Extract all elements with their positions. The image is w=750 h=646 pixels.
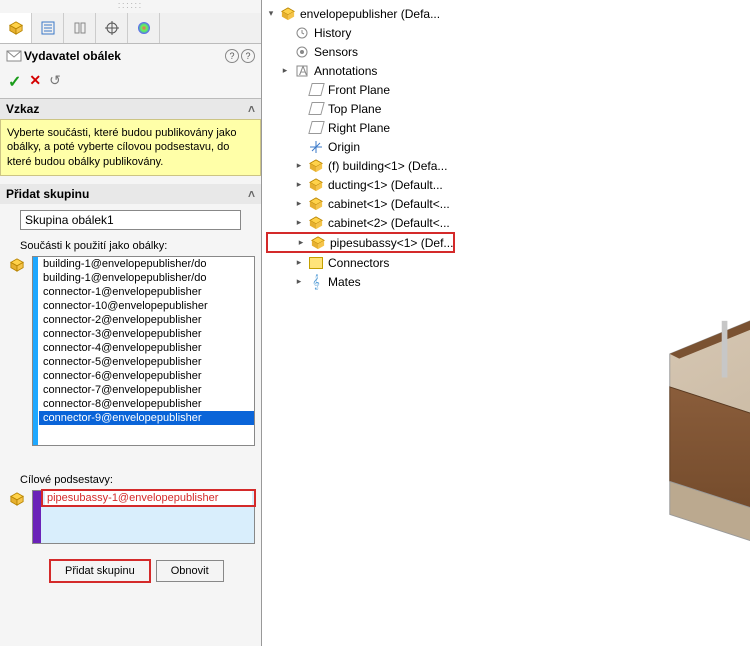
panel-tabs xyxy=(0,13,261,44)
component-item[interactable]: connector-5@envelopepublisher xyxy=(39,355,254,369)
tree-item[interactable]: ▸ducting<1> (Default... xyxy=(266,175,455,194)
chevron-right-icon[interactable]: ▸ xyxy=(280,65,290,76)
asm-icon xyxy=(308,196,324,212)
appearance-icon xyxy=(137,21,151,35)
tab-config-manager[interactable] xyxy=(64,13,96,43)
folder-icon xyxy=(308,255,324,271)
tree-item[interactable]: Right Plane xyxy=(266,118,455,137)
target-icon xyxy=(105,21,119,35)
add-group-button[interactable]: Přidat skupinu xyxy=(50,560,150,582)
config-icon xyxy=(73,21,87,35)
assembly-icon xyxy=(9,21,23,35)
plane-icon xyxy=(308,101,324,117)
tree-item[interactable]: Front Plane xyxy=(266,80,455,99)
tree-item[interactable]: ▸𝄞Mates xyxy=(266,272,455,291)
chevron-right-icon[interactable]: ▸ xyxy=(294,179,304,190)
selection-bar xyxy=(33,257,38,445)
ok-button[interactable]: ✓ xyxy=(8,72,21,92)
component-item[interactable]: connector-10@envelopepublisher xyxy=(39,299,254,313)
help-prev-icon[interactable]: ? xyxy=(225,49,239,63)
tab-property-manager[interactable] xyxy=(32,13,64,43)
component-item[interactable]: connector-9@envelopepublisher xyxy=(39,411,254,425)
chevron-down-icon[interactable]: ▾ xyxy=(266,8,276,19)
svg-text:A: A xyxy=(299,64,307,78)
components-label: Součásti k použití jako obálky: xyxy=(0,238,261,254)
component-item[interactable]: building-1@envelopepublisher/do xyxy=(39,271,254,285)
tree-item[interactable]: Top Plane xyxy=(266,99,455,118)
envelope-icon xyxy=(6,48,24,64)
list-icon xyxy=(41,21,55,35)
component-item[interactable]: connector-3@envelopepublisher xyxy=(39,327,254,341)
target-listbox[interactable]: pipesubassy-1@envelopepublisher xyxy=(32,490,255,544)
tree-item[interactable]: ▸(f) building<1> (Defa... xyxy=(266,156,455,175)
component-item[interactable]: connector-8@envelopepublisher xyxy=(39,397,254,411)
panel-title: Vydavatel obálek xyxy=(24,49,225,63)
tree-item[interactable]: ▸cabinet<1> (Default<... xyxy=(266,194,455,213)
undo-button[interactable]: ↺ xyxy=(49,72,61,92)
property-manager-panel: ∷∷∷ Vydavatel obálek ? ? ✓ ✕ ↺ Vzkaz ˄ V… xyxy=(0,0,262,646)
components-listbox[interactable]: building-1@envelopepublisher/dobuilding-… xyxy=(32,256,255,446)
hist-icon xyxy=(294,25,310,41)
tree-item[interactable]: ▸pipesubassy<1> (Def... xyxy=(266,232,455,253)
section-pridat-header[interactable]: Přidat skupinu ˄ xyxy=(0,184,261,204)
plane-icon xyxy=(308,82,324,98)
tree-item[interactable]: Origin xyxy=(266,137,455,156)
grip-handle[interactable]: ∷∷∷ xyxy=(0,0,261,13)
chevron-right-icon[interactable]: ▸ xyxy=(294,276,304,287)
assembly-icon xyxy=(10,492,24,506)
asm-icon xyxy=(308,177,324,193)
tab-feature-manager[interactable] xyxy=(0,13,32,43)
section-vzkaz-header[interactable]: Vzkaz ˄ xyxy=(0,99,261,119)
target-item[interactable]: pipesubassy-1@envelopepublisher xyxy=(45,491,252,505)
sens-icon xyxy=(294,44,310,60)
plane-icon xyxy=(308,120,324,136)
help-buttons: ? ? xyxy=(225,49,255,63)
component-item[interactable]: connector-2@envelopepublisher xyxy=(39,313,254,327)
annot-icon: A xyxy=(294,63,310,79)
target-label: Cílové podsestavy: xyxy=(0,472,261,488)
tree-item[interactable]: Sensors xyxy=(266,42,455,61)
feature-header: Vydavatel obálek ? ? xyxy=(0,44,261,68)
chevron-up-icon: ˄ xyxy=(248,187,255,201)
chevron-right-icon[interactable]: ▸ xyxy=(294,257,304,268)
tab-display-manager[interactable] xyxy=(128,13,160,43)
flyout-feature-tree: ▾ envelopepublisher (Defa... HistorySens… xyxy=(266,4,455,291)
model-view[interactable] xyxy=(612,250,750,590)
refresh-button[interactable]: Obnovit xyxy=(156,560,224,582)
component-item[interactable]: connector-1@envelopepublisher xyxy=(39,285,254,299)
assembly-icon xyxy=(281,7,295,21)
component-item[interactable]: building-1@envelopepublisher/do xyxy=(39,257,254,271)
component-item[interactable]: connector-7@envelopepublisher xyxy=(39,383,254,397)
tree-item[interactable]: History xyxy=(266,23,455,42)
chevron-right-icon[interactable]: ▸ xyxy=(294,217,304,228)
chevron-right-icon[interactable]: ▸ xyxy=(296,237,306,248)
tab-dimxpert[interactable] xyxy=(96,13,128,43)
assembly-icon xyxy=(10,258,24,272)
action-bar: ✓ ✕ ↺ xyxy=(0,68,261,99)
component-item[interactable]: connector-6@envelopepublisher xyxy=(39,369,254,383)
chevron-right-icon[interactable]: ▸ xyxy=(294,198,304,209)
component-item[interactable]: connector-4@envelopepublisher xyxy=(39,341,254,355)
tree-item[interactable]: ▸AAnnotations xyxy=(266,61,455,80)
asm-icon xyxy=(308,158,324,174)
tree-item[interactable]: ▸cabinet<2> (Default<... xyxy=(266,213,455,232)
origin-icon xyxy=(308,139,324,155)
help-icon[interactable]: ? xyxy=(241,49,255,63)
chevron-up-icon: ˄ xyxy=(248,102,255,116)
graphics-area: ▾ envelopepublisher (Defa... HistorySens… xyxy=(262,0,750,646)
asm-icon xyxy=(310,235,326,251)
asm-icon xyxy=(308,215,324,231)
chevron-right-icon[interactable]: ▸ xyxy=(294,160,304,171)
mates-icon: 𝄞 xyxy=(308,274,324,290)
tree-item[interactable]: ▸Connectors xyxy=(266,253,455,272)
group-name-input[interactable] xyxy=(20,210,241,230)
selection-bar xyxy=(33,491,41,543)
tree-root[interactable]: ▾ envelopepublisher (Defa... xyxy=(266,4,455,23)
cancel-button[interactable]: ✕ xyxy=(29,72,41,92)
message-box: Vyberte součásti, které budou publikován… xyxy=(0,119,261,176)
